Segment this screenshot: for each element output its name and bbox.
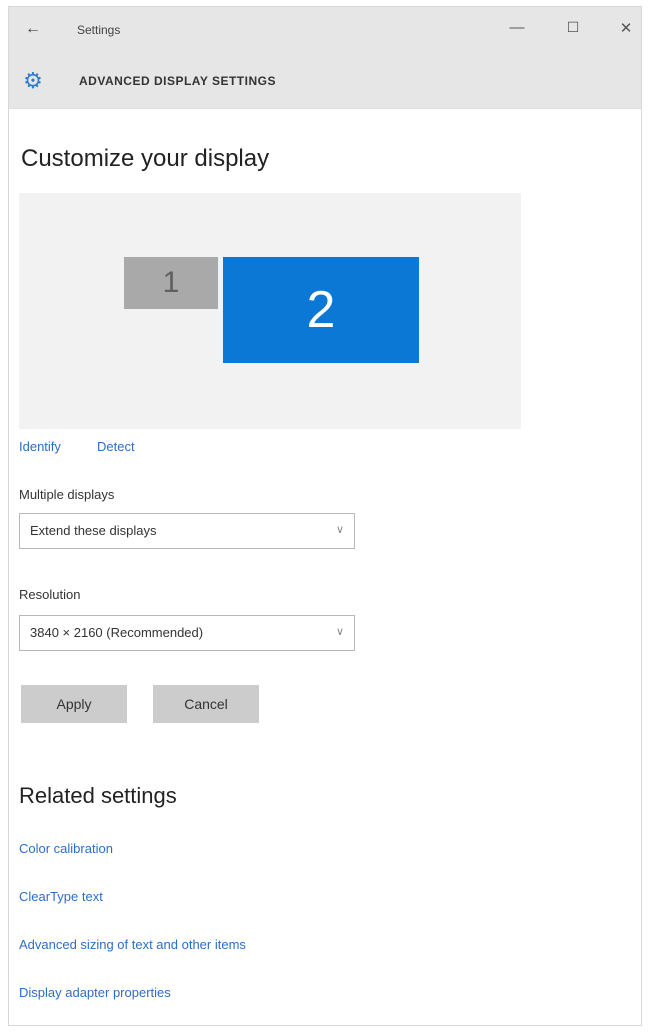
identify-link[interactable]: Identify [19,439,61,454]
resolution-value: 3840 × 2160 (Recommended) [30,625,204,640]
cleartype-text-link[interactable]: ClearType text [19,889,103,904]
multiple-displays-dropdown[interactable]: Extend these displays ∨ [19,513,355,549]
display-1-tile[interactable]: 1 [124,257,218,309]
chevron-down-icon: ∨ [335,524,344,536]
page-title: Customize your display [21,145,270,172]
title-bar: ← Settings — ☐ ✕ [9,7,641,53]
page-header: ⚙ ADVANCED DISPLAY SETTINGS [9,53,641,109]
window-title: Settings [77,23,121,37]
cancel-button[interactable]: Cancel [153,685,259,723]
minimize-button[interactable]: — [505,19,529,36]
detect-link[interactable]: Detect [97,439,135,454]
resolution-dropdown[interactable]: 3840 × 2160 (Recommended) ∨ [19,615,355,651]
color-calibration-link[interactable]: Color calibration [19,841,113,856]
maximize-button[interactable]: ☐ [561,19,585,36]
close-button[interactable]: ✕ [614,19,638,37]
gear-icon: ⚙ [23,68,43,93]
chevron-down-icon: ∨ [335,626,344,638]
page-header-title: ADVANCED DISPLAY SETTINGS [79,74,276,88]
multiple-displays-label: Multiple displays [19,487,115,502]
multiple-displays-value: Extend these displays [30,523,157,538]
settings-window: ← Settings — ☐ ✕ ⚙ ADVANCED DISPLAY SETT… [8,6,642,1026]
display-2-tile[interactable]: 2 [223,257,419,363]
related-settings-heading: Related settings [19,783,177,808]
display-adapter-properties-link[interactable]: Display adapter properties [19,985,171,1000]
main-content: Customize your display 1 2 Identify Dete… [9,109,641,1025]
display-arrangement-preview: 1 2 [19,193,521,429]
advanced-sizing-link[interactable]: Advanced sizing of text and other items [19,937,246,952]
apply-button[interactable]: Apply [21,685,127,723]
resolution-label: Resolution [19,587,81,602]
back-arrow-icon[interactable]: ← [25,20,41,38]
